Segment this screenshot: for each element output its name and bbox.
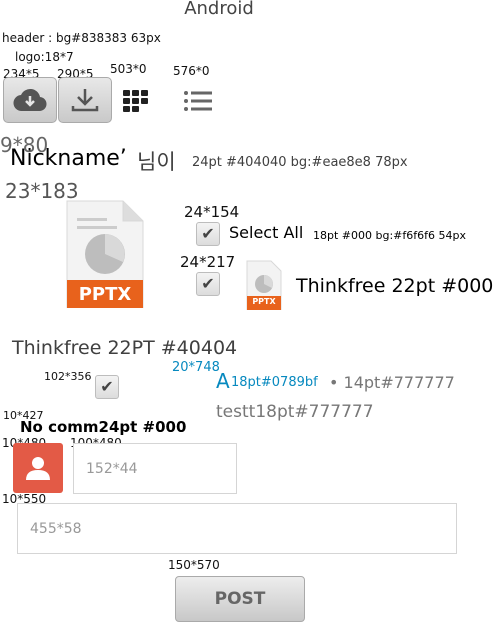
no-comment-label: No comm24pt #000 [20,418,187,436]
user-avatar [13,443,63,493]
coord-note-102-356: 102*356 [44,370,92,383]
comment-author-initial[interactable]: A [216,369,230,393]
file-checkbox[interactable]: ✔ [196,272,220,296]
check-icon: ✔ [201,224,215,243]
download-icon [71,89,99,112]
comment-text: testt18pt#777777 [216,402,374,422]
comment-textarea[interactable]: 455*58 [17,503,457,554]
list-view-button[interactable] [180,86,216,116]
cloud-download-button[interactable] [3,77,57,123]
coord-note-503: 503*0 [110,62,147,76]
coord-note-150-570: 150*570 [168,558,220,572]
grid-icon [123,90,148,112]
small-comment-input[interactable]: 152*44 [73,443,237,494]
pptx-small-file-icon: PPTX [246,260,282,311]
comment-meta: • 14pt#777777 [329,373,455,392]
comment-checkbox[interactable]: ✔ [95,375,119,399]
download-button[interactable] [58,77,112,123]
app-title: Android [184,0,254,19]
cloud-download-icon [13,88,47,112]
post-button[interactable]: POST [175,576,305,622]
pptx-badge-label: PPTX [78,284,132,305]
file-name-2: Thinkfree 22PT #40404 [12,337,238,359]
user-icon [26,457,50,480]
check-icon: ✔ [100,377,114,396]
pptx-small-badge-label: PPTX [252,297,276,306]
file-name[interactable]: Thinkfree 22pt #000 [296,275,493,297]
comment-author-spec: 18pt#0789bf [231,375,318,390]
select-all-spec-note: 18pt #000 bg:#f6f6f6 54px [313,229,466,242]
logo-spec-note: logo:18*7 [15,50,74,64]
coord-note-24-154: 24*154 [184,203,240,221]
nickname-suffix: 님이 [137,150,176,174]
grid-view-button[interactable] [118,86,152,116]
pptx-file-icon[interactable]: PPTX [65,200,145,309]
coord-note-24-217: 24*217 [180,253,236,271]
coord-note-576: 576*0 [173,64,210,78]
list-icon [184,91,212,111]
nickname-label: Nickname’ [10,146,127,171]
header-spec-note: header : bg#838383 63px [2,31,161,45]
select-all-label[interactable]: Select All [229,223,303,242]
nickname-spec-note: 24pt #404040 bg:#eae8e8 78px [192,155,408,170]
check-icon: ✔ [201,274,215,293]
select-all-checkbox[interactable]: ✔ [196,222,220,246]
coord-note-20-748: 20*748 [172,360,220,375]
